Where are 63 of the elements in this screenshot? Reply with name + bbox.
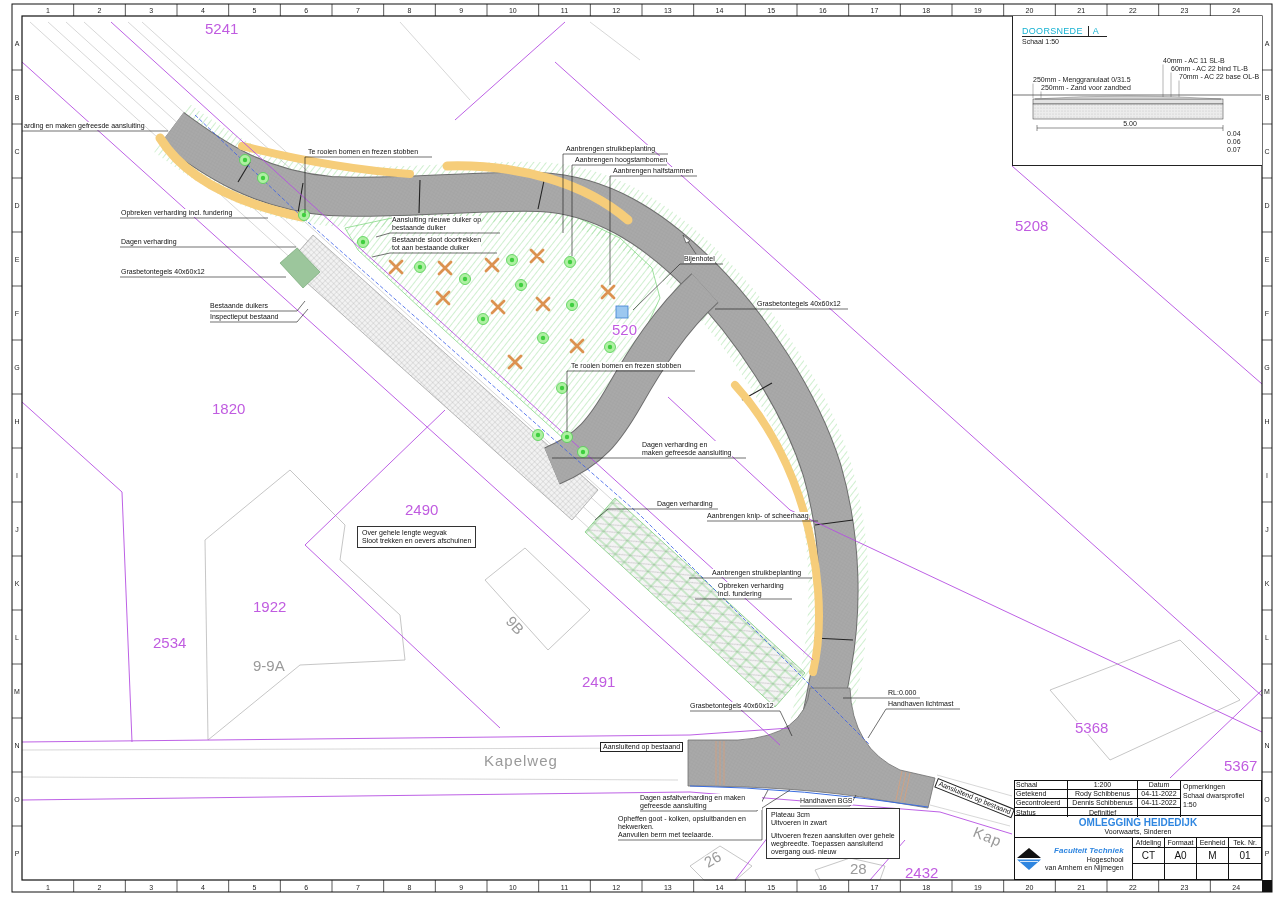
- tree-icon: [537, 332, 549, 344]
- parcel-number: 1922: [253, 598, 287, 615]
- street-name: Kapelweg: [484, 752, 558, 769]
- tree-icon: [556, 382, 568, 394]
- building-outline: [689, 845, 753, 881]
- parcel-number: 2490: [405, 501, 439, 518]
- section-title: DOORSNEDE: [1022, 26, 1083, 36]
- parcel-number: 2534: [153, 634, 187, 651]
- cross-icon: [535, 296, 551, 312]
- leader-line: [1162, 64, 1164, 98]
- tree-icon: [298, 209, 310, 221]
- leader-line: [799, 794, 857, 807]
- tree-icon: [564, 256, 576, 268]
- parcel-number: 5367: [1224, 757, 1258, 774]
- tree-icon: [357, 236, 369, 248]
- leader-line: [1032, 83, 1034, 99]
- house-number: 28: [850, 860, 867, 877]
- leader-line: [1178, 80, 1180, 98]
- parcel-number: 520: [612, 321, 638, 338]
- corner-mark: [1262, 880, 1272, 892]
- tree-icon: [506, 254, 518, 266]
- cross-icon: [490, 299, 506, 315]
- tree-icon: [561, 431, 573, 443]
- parcel-number: 5208: [1015, 217, 1049, 234]
- house-number: 26: [701, 847, 724, 871]
- code-value: 01: [1229, 848, 1261, 864]
- cross-icon: [600, 284, 616, 300]
- tree-icon: [604, 341, 616, 353]
- cross-icon: [529, 248, 545, 264]
- tree-icon: [257, 172, 269, 184]
- cross-icon: [507, 354, 523, 370]
- faculty-name: Faculteit Techniek: [1054, 845, 1124, 856]
- tree-icon: [459, 273, 471, 285]
- cross-icon: [484, 257, 500, 273]
- square-marker-icon: [615, 305, 629, 319]
- code-value: A0: [1165, 848, 1197, 864]
- cross-icon: [569, 338, 585, 354]
- cross-icon: [437, 260, 453, 276]
- house-number: 9-9A: [253, 657, 285, 674]
- parcel-number: 1820: [212, 400, 246, 417]
- code-value: CT: [1133, 848, 1165, 864]
- parcel-number: 2491: [582, 673, 616, 690]
- leader-line: [1170, 72, 1172, 98]
- tree-icon: [577, 446, 589, 458]
- cross-icon: [435, 290, 451, 306]
- cross-icon: [388, 259, 404, 275]
- parcel-number: 5368: [1075, 719, 1109, 736]
- tree-icon: [566, 299, 578, 311]
- parcel-number: 5241: [205, 20, 239, 37]
- tree-icon: [414, 261, 426, 273]
- tree-icon: [532, 429, 544, 441]
- parcel-number: 2432: [905, 864, 939, 881]
- leader-line: [1040, 91, 1042, 99]
- tree-icon: [477, 313, 489, 325]
- tree-icon: [515, 279, 527, 291]
- school-logo: [1017, 847, 1041, 870]
- tree-icon: [239, 154, 251, 166]
- arrow-icon: [682, 234, 697, 255]
- code-value: M: [1197, 848, 1229, 864]
- project-title: OMLEGGING HEIDEDIJK: [1078, 817, 1198, 828]
- house-number: 9B: [502, 612, 528, 638]
- grass-tile-patch: [279, 247, 321, 289]
- street-name: Kap: [970, 823, 1005, 850]
